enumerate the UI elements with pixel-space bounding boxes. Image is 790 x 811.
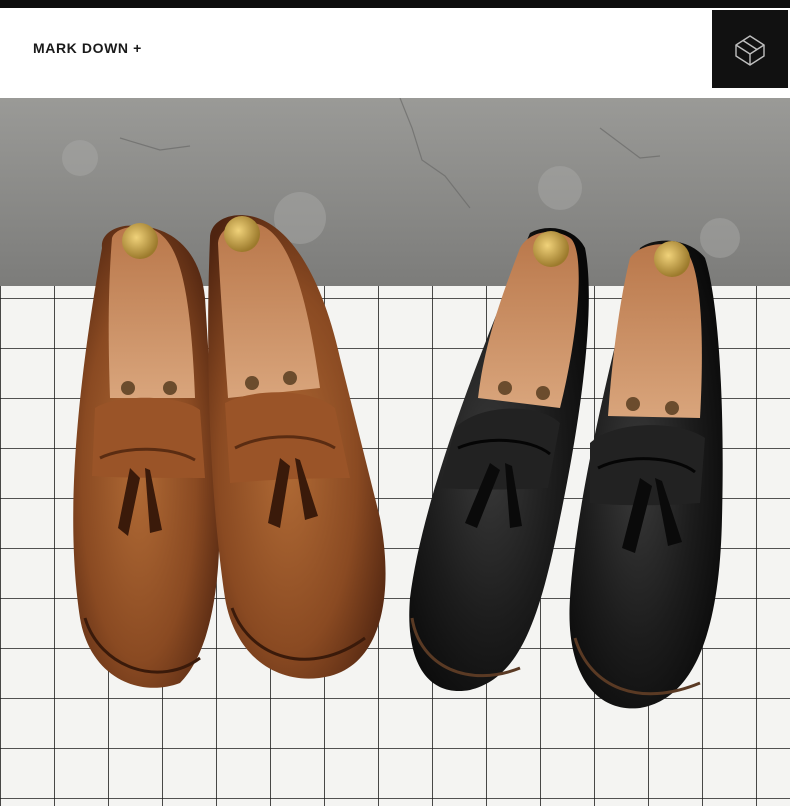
top-strip [0,0,790,8]
brand-label: MARK DOWN + [33,40,142,56]
brown-loafer-left [73,223,220,688]
header-bar: MARK DOWN + [0,8,790,98]
cube-logo-icon [712,10,788,88]
product-photo [0,97,790,806]
